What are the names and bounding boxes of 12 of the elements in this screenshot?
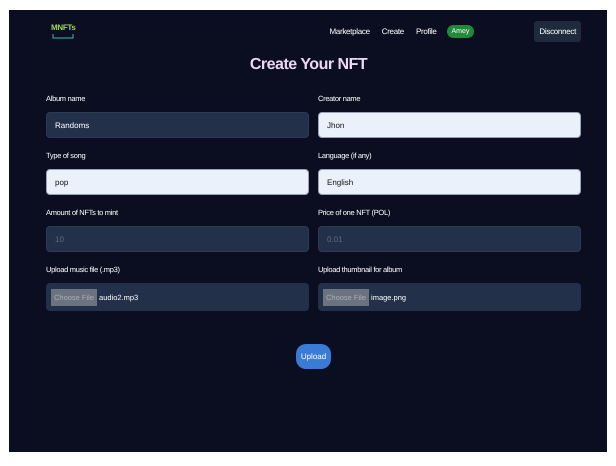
input-field[interactable]: English (318, 169, 581, 195)
input-field[interactable]: pop (46, 169, 309, 195)
nav-link[interactable]: Marketplace (329, 26, 370, 36)
nav-link[interactable]: Create (382, 26, 404, 36)
logo: MNFTs (51, 23, 76, 32)
input-field[interactable]: Jhon (318, 112, 581, 138)
input-field[interactable]: Randoms (46, 112, 309, 138)
page-title: Create Your NFT (248, 56, 368, 74)
upload-button[interactable]: Upload (296, 344, 332, 369)
logo-icon (51, 33, 76, 39)
nav-link[interactable]: Profile (416, 26, 437, 36)
disconnect-button[interactable]: Disconnect (534, 20, 581, 42)
